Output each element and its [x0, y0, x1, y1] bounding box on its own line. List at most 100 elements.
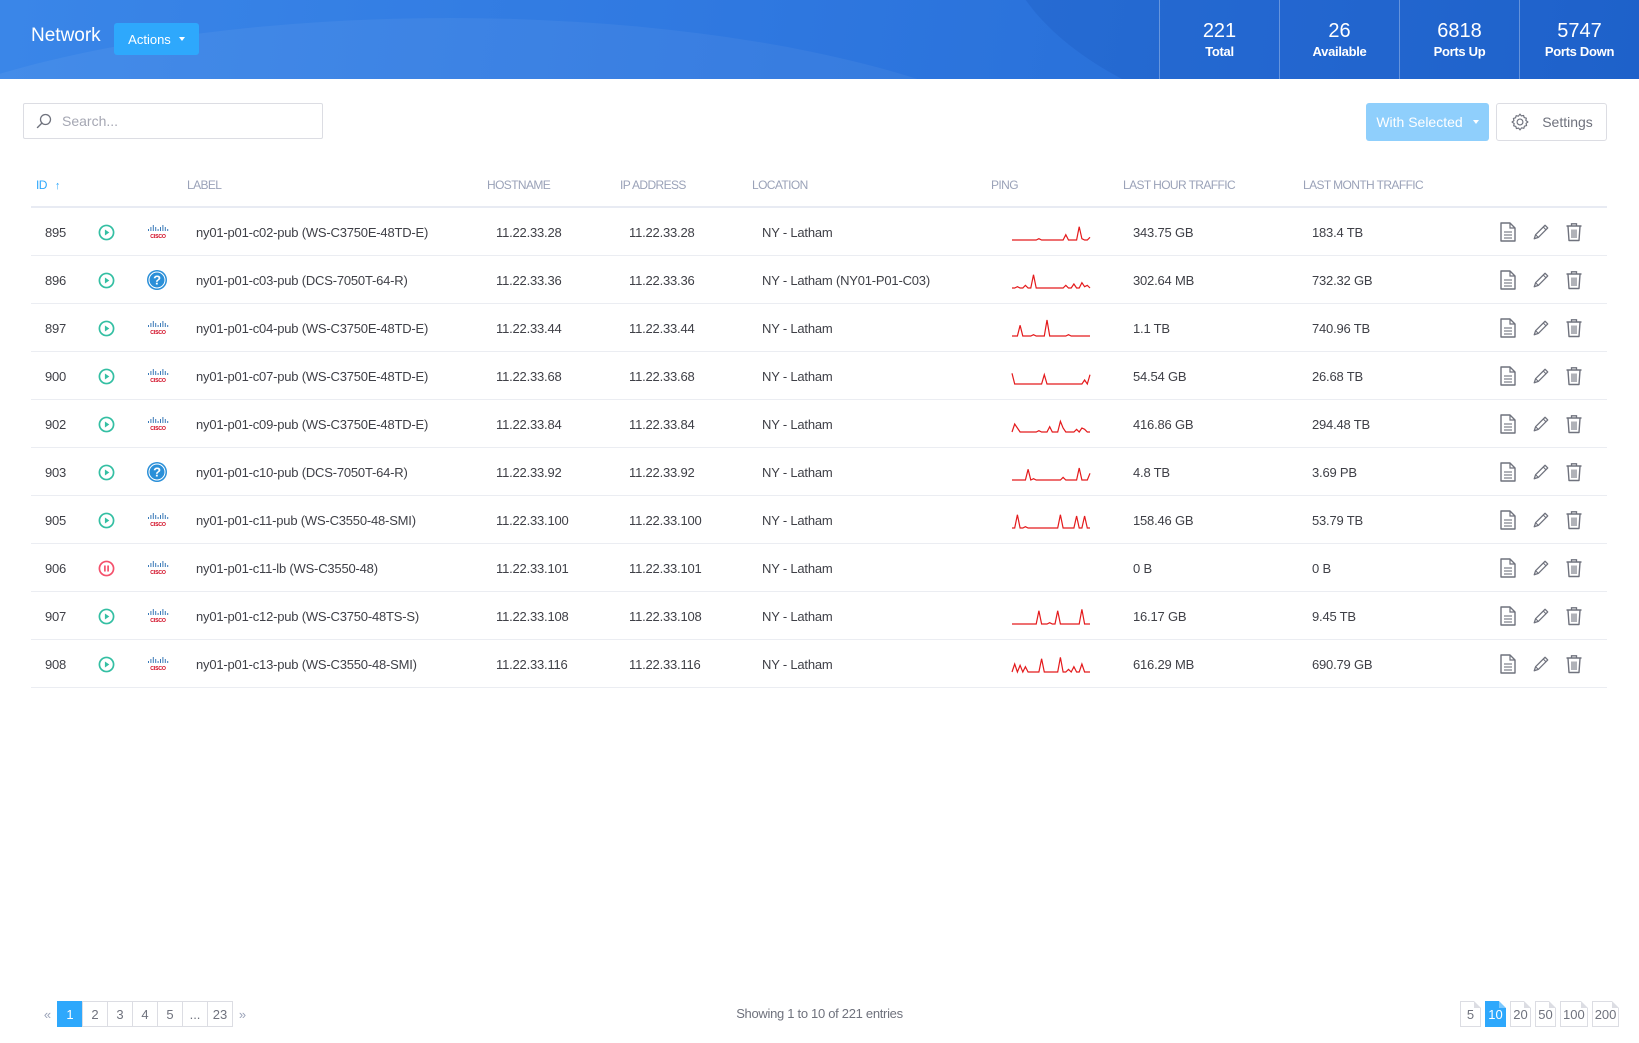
table-row[interactable]: 908 CISCO ny01-p01-c13-pub (WS-C3550-48-…	[31, 640, 1607, 688]
column-header-id[interactable]: ID ↑	[36, 178, 60, 192]
view-details-icon[interactable]	[1499, 414, 1517, 434]
column-header-last-hour-traffic[interactable]: LAST HOUR TRAFFIC	[1123, 178, 1236, 192]
column-header-last-month-traffic[interactable]: LAST MONTH TRAFFIC	[1303, 178, 1424, 192]
status-running-icon	[98, 608, 115, 624]
delete-trash-icon[interactable]	[1565, 510, 1583, 530]
device-label[interactable]: ny01-p01-c12-pub (WS-C3750-48TS-S)	[196, 592, 419, 640]
edit-pencil-icon[interactable]	[1532, 366, 1550, 386]
devices-table: ID ↑ LABEL HOSTNAME IP ADDRESS LOCATION P…	[31, 170, 1607, 688]
device-label[interactable]: ny01-p01-c03-pub (DCS-7050T-64-R)	[196, 256, 408, 304]
delete-trash-icon[interactable]	[1565, 654, 1583, 674]
status-running-icon	[98, 416, 115, 432]
view-details-icon[interactable]	[1499, 318, 1517, 338]
device-label[interactable]: ny01-p01-c10-pub (DCS-7050T-64-R)	[196, 448, 408, 496]
edit-pencil-icon[interactable]	[1532, 462, 1550, 482]
edit-pencil-icon[interactable]	[1532, 222, 1550, 242]
device-label[interactable]: ny01-p01-c04-pub (WS-C3750E-48TD-E)	[196, 304, 428, 352]
last-month-traffic: 690.79 GB	[1312, 656, 1373, 672]
device-ip: 11.22.33.116	[629, 656, 701, 672]
status-running-icon	[98, 224, 115, 240]
device-location: NY - Latham	[762, 368, 833, 384]
page-size-selector: 5 10 20 50 100 200	[1460, 1001, 1620, 1027]
edit-pencil-icon[interactable]	[1532, 654, 1550, 674]
svg-text:CISCO: CISCO	[150, 570, 166, 575]
column-header-ping[interactable]: PING	[991, 178, 1019, 192]
column-header-ip-address[interactable]: IP ADDRESS	[620, 178, 686, 192]
last-month-traffic: 183.4 TB	[1312, 224, 1363, 240]
column-header-location[interactable]: LOCATION	[752, 178, 808, 192]
device-ip: 11.22.33.101	[629, 560, 702, 576]
search-input[interactable]	[62, 113, 302, 129]
delete-trash-icon[interactable]	[1565, 222, 1583, 242]
column-header-hostname[interactable]: HOSTNAME	[487, 178, 551, 192]
cisco-logo-icon: CISCO	[148, 417, 169, 431]
edit-pencil-icon[interactable]	[1532, 414, 1550, 434]
table-row[interactable]: 903 ? ny01-p01-c10-pub (DCS-7050T-64-R) …	[31, 448, 1607, 496]
device-label[interactable]: ny01-p01-c07-pub (WS-C3750E-48TD-E)	[196, 352, 428, 400]
device-hostname: 11.22.33.36	[496, 272, 562, 288]
ping-sparkline-cell	[1011, 448, 1091, 496]
device-ip: 11.22.33.100	[629, 512, 702, 528]
table-row[interactable]: 906 CISCO ny01-p01-c11-lb (WS-C3550-48) …	[31, 544, 1607, 592]
view-details-icon[interactable]	[1499, 654, 1517, 674]
status-cell	[98, 448, 115, 496]
stat-value: 221	[1202, 20, 1237, 42]
table-row[interactable]: 902 CISCO ny01-p01-c09-pub (WS-C3750E-48…	[31, 400, 1607, 448]
delete-trash-icon[interactable]	[1565, 462, 1583, 482]
view-details-icon[interactable]	[1499, 558, 1517, 578]
settings-button[interactable]: Settings	[1496, 103, 1607, 141]
table-row[interactable]: 907 CISCO ny01-p01-c12-pub (WS-C3750-48T…	[31, 592, 1607, 640]
delete-trash-icon[interactable]	[1565, 270, 1583, 290]
edit-pencil-icon[interactable]	[1532, 510, 1550, 530]
page-size-option[interactable]: 50	[1535, 1001, 1556, 1027]
page-title: Network	[31, 25, 101, 46]
unknown-vendor-icon: ?	[147, 462, 167, 482]
view-details-icon[interactable]	[1499, 510, 1517, 530]
delete-trash-icon[interactable]	[1565, 558, 1583, 578]
page-size-option[interactable]: 20	[1510, 1001, 1531, 1027]
table-row[interactable]: 896 ? ny01-p01-c03-pub (DCS-7050T-64-R) …	[31, 256, 1607, 304]
edit-pencil-icon[interactable]	[1532, 270, 1550, 290]
ping-line	[1012, 319, 1090, 337]
table-row[interactable]: 900 CISCO ny01-p01-c07-pub (WS-C3750E-48…	[31, 352, 1607, 400]
view-details-icon[interactable]	[1499, 222, 1517, 242]
cisco-logo-icon: CISCO	[148, 609, 169, 623]
delete-trash-icon[interactable]	[1565, 606, 1583, 626]
edit-pencil-icon[interactable]	[1532, 318, 1550, 338]
table-row[interactable]: 905 CISCO ny01-p01-c11-pub (WS-C3550-48-…	[31, 496, 1607, 544]
row-actions	[1499, 496, 1583, 544]
edit-pencil-icon[interactable]	[1532, 606, 1550, 626]
device-label[interactable]: ny01-p01-c02-pub (WS-C3750E-48TD-E)	[196, 208, 428, 256]
page-size-option[interactable]: 200	[1591, 1001, 1620, 1027]
device-label[interactable]: ny01-p01-c13-pub (WS-C3550-48-SMI)	[196, 640, 417, 688]
device-label[interactable]: ny01-p01-c11-pub (WS-C3550-48-SMI)	[196, 496, 416, 544]
delete-trash-icon[interactable]	[1565, 414, 1583, 434]
view-details-icon[interactable]	[1499, 270, 1517, 290]
view-details-icon[interactable]	[1499, 366, 1517, 386]
device-label[interactable]: ny01-p01-c11-lb (WS-C3550-48)	[196, 544, 378, 592]
status-cell	[98, 640, 115, 688]
table-row[interactable]: 897 CISCO ny01-p01-c04-pub (WS-C3750E-48…	[31, 304, 1607, 352]
page-size-option[interactable]: 10	[1485, 1001, 1506, 1027]
view-details-icon[interactable]	[1499, 606, 1517, 626]
last-month-traffic: 53.79 TB	[1312, 512, 1363, 528]
delete-trash-icon[interactable]	[1565, 318, 1583, 338]
column-header-label[interactable]: LABEL	[187, 178, 222, 192]
actions-dropdown-button[interactable]: Actions	[114, 23, 199, 55]
gear-icon	[1511, 113, 1529, 131]
ping-line	[1011, 372, 1091, 386]
with-selected-button[interactable]: With Selected	[1366, 103, 1489, 141]
stat-total: 221 Total	[1159, 0, 1279, 79]
cisco-logo-icon: CISCO	[148, 321, 169, 335]
page-size-option[interactable]: 100	[1560, 1001, 1588, 1027]
search-box[interactable]	[23, 103, 323, 139]
table-row[interactable]: 895 CISCO ny01-p01-c02-pub (WS-C3750E-48…	[31, 208, 1607, 256]
delete-trash-icon[interactable]	[1565, 366, 1583, 386]
device-location: NY - Latham	[762, 656, 833, 672]
device-label[interactable]: ny01-p01-c09-pub (WS-C3750E-48TD-E)	[196, 400, 428, 448]
page-size-option[interactable]: 5	[1460, 1001, 1481, 1027]
edit-pencil-icon[interactable]	[1532, 558, 1550, 578]
ping-line	[1012, 274, 1091, 289]
device-ip: 11.22.33.36	[629, 272, 695, 288]
view-details-icon[interactable]	[1499, 462, 1517, 482]
